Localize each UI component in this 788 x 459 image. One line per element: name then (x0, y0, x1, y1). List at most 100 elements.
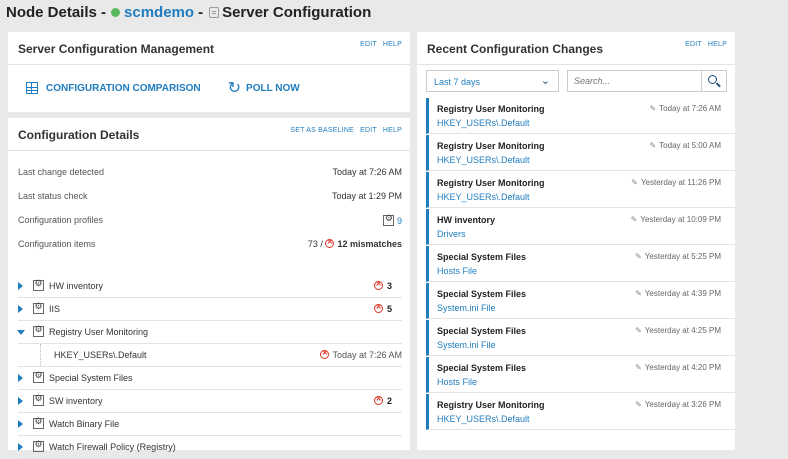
change-item[interactable]: Special System Files Hosts File ✎ Yesterd… (426, 357, 735, 393)
change-item[interactable]: Registry User Monitoring HKEY_USERs\.Def… (426, 135, 735, 171)
profile-icon (33, 370, 44, 383)
panel-title: Recent Configuration Changes (427, 42, 604, 56)
change-item-link[interactable]: HKEY_USERs\.Default (437, 118, 530, 128)
profile-icon (33, 301, 44, 314)
config-management-panel: Server Configuration Management EDIT HEL… (8, 32, 410, 112)
mismatch-icon (374, 395, 383, 405)
help-link[interactable]: HELP (708, 41, 727, 48)
change-item-link[interactable]: Hosts File (437, 377, 477, 387)
tree-row[interactable]: Special System Files (18, 367, 402, 390)
change-profile: Registry User Monitoring (437, 141, 545, 151)
time-range-value: Last 7 days (434, 77, 481, 87)
change-item[interactable]: Special System Files System.ini File ✎ Ye… (426, 320, 735, 356)
change-time: ✎ Yesterday at 4:25 PM (635, 326, 721, 335)
change-item-link[interactable]: Drivers (437, 229, 466, 239)
profiles-link[interactable]: 9 (383, 213, 402, 226)
change-time: ✎ Yesterday at 4:39 PM (635, 289, 721, 298)
change-time-value: Yesterday at 11:26 PM (640, 178, 721, 187)
change-item-link[interactable]: Hosts File (437, 266, 477, 276)
tree-child-row[interactable]: HKEY_USERs\.Default Today at 7:26 AM (18, 344, 402, 367)
expand-caret-icon[interactable] (18, 305, 23, 313)
poll-now-label: POLL NOW (246, 82, 300, 94)
change-time: ✎ Yesterday at 10:09 PM (631, 215, 721, 224)
last-status-row: Last status check Today at 1:29 PM (18, 191, 402, 205)
tree-row[interactable]: HW inventory 3 (18, 275, 402, 298)
expand-caret-icon[interactable] (18, 397, 23, 405)
search-input[interactable] (568, 71, 694, 86)
change-item-link[interactable]: HKEY_USERs\.Default (437, 192, 530, 202)
change-profile: Special System Files (437, 289, 527, 299)
last-status-label: Last status check (18, 191, 88, 201)
expand-caret-icon[interactable] (18, 374, 23, 382)
mismatch-count-value: 5 (387, 304, 393, 314)
last-status-value: Today at 1:29 PM (331, 191, 402, 201)
last-change-value: Today at 7:26 AM (332, 167, 402, 177)
poll-now-button[interactable]: ↻ POLL NOW (228, 78, 300, 98)
tree-row[interactable]: Watch Firewall Policy (Registry) (18, 436, 402, 459)
change-time: ✎ Yesterday at 4:20 PM (635, 363, 721, 372)
tree-row[interactable]: SW inventory 2 (18, 390, 402, 413)
change-filters: Last 7 days ⌄ (426, 70, 727, 92)
edit-link[interactable]: EDIT (360, 41, 377, 48)
profile-tree: HW inventory 3 IIS 5 Registry User Monit… (17, 275, 402, 459)
panel-title: Server Configuration Management (18, 42, 215, 56)
time-range-select[interactable]: Last 7 days ⌄ (426, 70, 559, 92)
configuration-comparison-button[interactable]: CONFIGURATION COMPARISON (26, 82, 201, 94)
server-icon (209, 6, 220, 18)
management-actions: CONFIGURATION COMPARISON ↻ POLL NOW (26, 78, 300, 98)
change-item-link[interactable]: HKEY_USERs\.Default (437, 414, 530, 424)
panel-header: Server Configuration Management EDIT HEL… (8, 32, 410, 65)
change-item[interactable]: Special System Files System.ini File ✎ Ye… (426, 283, 735, 319)
change-time-value: Yesterday at 4:39 PM (644, 289, 721, 298)
change-time: ✎ Today at 5:00 AM (649, 141, 721, 150)
tree-row-label: Special System Files (49, 373, 133, 383)
edit-pencil-icon: ✎ (649, 141, 657, 150)
refresh-icon: ↻ (227, 80, 242, 97)
tree-row-label: Registry User Monitoring (49, 327, 149, 337)
profile-icon (33, 416, 44, 429)
mismatch-icon (320, 349, 330, 359)
change-time-value: Today at 5:00 AM (659, 141, 721, 150)
change-item[interactable]: HW inventory Drivers ✎ Yesterday at 10:09… (426, 209, 735, 245)
change-item-link[interactable]: System.ini File (437, 340, 496, 350)
set-as-baseline-link[interactable]: SET AS BASELINE (290, 127, 354, 134)
tree-guide (40, 344, 41, 366)
items-row: Configuration items 73 / 12 mismatches (18, 238, 402, 253)
help-link[interactable]: HELP (383, 41, 402, 48)
edit-link[interactable]: EDIT (685, 41, 702, 48)
tree-row[interactable]: Watch Binary File (18, 413, 402, 436)
change-time-value: Yesterday at 5:25 PM (644, 252, 721, 261)
change-item[interactable]: Special System Files Hosts File ✎ Yesterd… (426, 246, 735, 282)
search-button[interactable] (701, 71, 726, 91)
search-box (567, 70, 727, 92)
collapse-caret-icon[interactable] (17, 330, 25, 335)
edit-pencil-icon: ✎ (635, 400, 642, 409)
node-name-link[interactable]: scmdemo (124, 4, 194, 21)
items-value: 73 / 12 mismatches (308, 238, 402, 249)
last-change-row: Last change detected Today at 7:26 AM (18, 167, 402, 181)
configuration-details-panel: Configuration Details SET AS BASELINE ED… (8, 118, 410, 459)
help-link[interactable]: HELP (383, 127, 402, 134)
expand-caret-icon[interactable] (18, 282, 23, 290)
change-item[interactable]: Registry User Monitoring HKEY_USERs\.Def… (426, 172, 735, 208)
configuration-comparison-label: CONFIGURATION COMPARISON (46, 82, 201, 94)
items-mismatches[interactable]: 12 mismatches (337, 239, 402, 249)
tree-row[interactable]: Registry User Monitoring (17, 321, 402, 344)
change-item-link[interactable]: HKEY_USERs\.Default (437, 155, 530, 165)
panel-header: Configuration Details SET AS BASELINE ED… (8, 118, 410, 151)
edit-link[interactable]: EDIT (360, 127, 377, 134)
change-item-link[interactable]: System.ini File (437, 303, 496, 313)
panel-links: EDIT HELP (681, 41, 727, 48)
mismatch-icon (325, 238, 335, 248)
page-title-prefix: Node Details - (6, 3, 107, 21)
tree-row-label: Watch Firewall Policy (Registry) (49, 442, 176, 452)
panel-links: SET AS BASELINE EDIT HELP (286, 127, 402, 134)
change-item[interactable]: Registry User Monitoring HKEY_USERs\.Def… (426, 394, 735, 430)
change-profile: HW inventory (437, 215, 496, 225)
profile-icon (33, 278, 44, 291)
expand-caret-icon[interactable] (18, 420, 23, 428)
profile-icon (33, 324, 44, 337)
tree-row[interactable]: IIS 5 (18, 298, 402, 321)
change-item[interactable]: Registry User Monitoring HKEY_USERs\.Def… (426, 98, 735, 134)
page-section-title: Server Configuration (222, 3, 372, 21)
